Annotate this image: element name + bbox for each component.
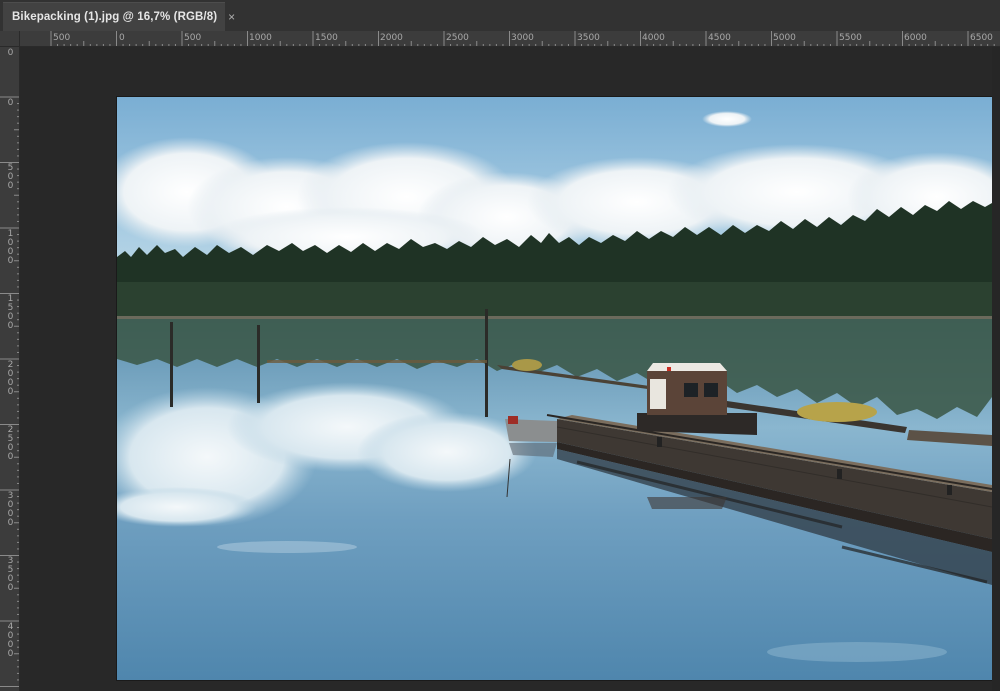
ruler-label: 5500 [839,33,862,43]
ruler-label: 2000 [380,33,403,43]
ruler-label: 2000 [7,360,14,397]
ruler-label: 1000 [249,33,272,43]
vertical-ruler[interactable]: 0 0 500 1000 1500 2000 2500 3000 3500 40… [0,47,20,691]
ruler-label: 6500 [970,33,993,43]
ruler-label: 5000 [773,33,796,43]
ruler-label: 0 [7,48,14,58]
ruler-label: 2500 [446,33,469,43]
ruler-label: 500 [184,33,202,43]
ruler-label: 1500 [315,33,338,43]
ruler-label: 2500 [7,425,14,462]
vertical-scrollbar[interactable] [992,47,1000,691]
ruler-label: 1000 [7,229,14,266]
ruler-label: 3000 [7,491,14,528]
ruler-label: 0 [119,33,125,43]
document-tab-title[interactable]: Bikepacking (1).jpg @ 16,7% (RGB/8) [12,11,217,23]
lake-dock-photo [117,97,992,680]
ruler-label: 0 [7,98,14,108]
document-tab-bar: Bikepacking (1).jpg @ 16,7% (RGB/8) × [0,0,1000,32]
horizontal-ruler[interactable]: 500 0 500 1000 1500 2000 2500 3000 3500 … [20,31,1000,47]
document-image[interactable] [117,97,992,680]
ruler-label: 3500 [577,33,600,43]
ruler-label: 3500 [7,556,14,593]
ruler-label: 500 [7,163,14,191]
close-icon[interactable]: × [228,11,235,23]
ruler-label: 4000 [642,33,665,43]
ruler-label: 1500 [7,294,14,331]
ruler-label: 500 [53,33,71,43]
ruler-label: 4500 [708,33,731,43]
document-tab[interactable]: Bikepacking (1).jpg @ 16,7% (RGB/8) × [3,2,235,31]
ruler-origin-corner[interactable] [0,31,20,47]
ruler-label: 4000 [7,622,14,659]
ruler-label: 3000 [511,33,534,43]
ruler-label: 6000 [904,33,927,43]
